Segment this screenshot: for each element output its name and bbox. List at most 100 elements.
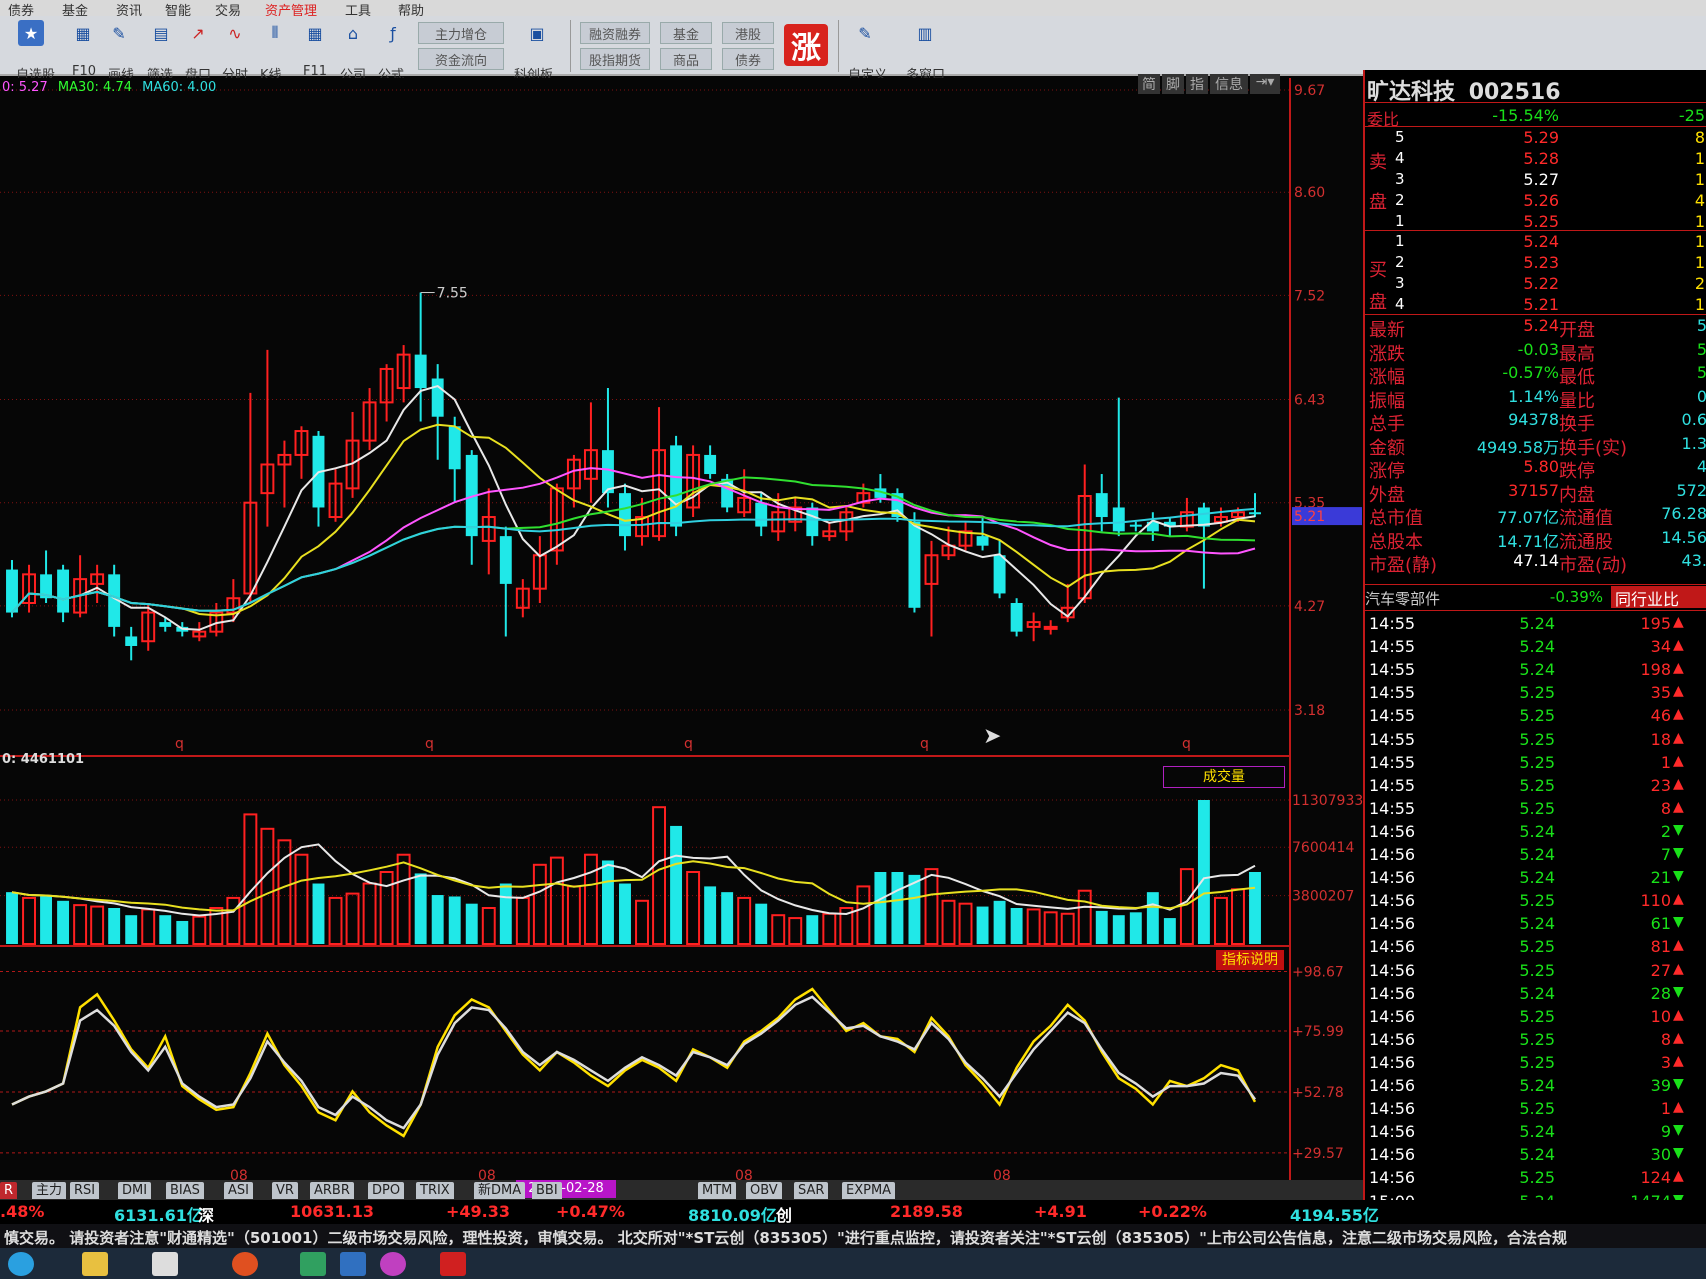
indicator-tab[interactable]: BIAS [166,1182,204,1199]
indicator-tab[interactable]: DPO [368,1182,405,1199]
candle-body-down [159,622,172,627]
folder-icon[interactable] [82,1252,108,1276]
stat-label: 最低 [1559,367,1595,388]
formula-icon[interactable]: ƒ [380,20,406,46]
candle-body-down [806,507,819,537]
pin-icon[interactable]: ⇥▾ [1250,74,1280,94]
kline-icon[interactable]: ⫴ [262,20,288,46]
sell-row-price[interactable]: 5.26 [1499,191,1559,211]
indicator-tab[interactable]: 新DMA [474,1182,526,1199]
sell-row-price[interactable]: 5.27 [1499,170,1559,190]
chart-tab-simple[interactable]: 简 [1138,74,1160,94]
multiwindow-icon[interactable]: ▥ [912,20,938,46]
sell-row-volume: 8 [1694,128,1705,147]
chart-tab-foot[interactable]: 脚 [1162,74,1184,94]
tick-volume: 7 [1660,845,1671,864]
sector-name[interactable]: 汽车零部件 [1365,588,1440,608]
volume-bar-up [737,896,752,945]
volume-bar-up [1179,868,1194,945]
chip-fund[interactable]: 基金 [660,22,712,44]
indicator-tab[interactable]: SAR [794,1182,829,1199]
volume-bar-up [549,856,564,945]
indicator-tab[interactable]: 主力 [32,1182,67,1199]
tick-time: 14:55 [1369,775,1416,795]
star-market-icon[interactable]: ▣ [524,20,550,46]
app-icon[interactable] [300,1252,326,1276]
arrow-up-icon: ▲ [1673,960,1684,977]
company-icon[interactable]: ⌂ [340,20,366,46]
app-icon[interactable] [340,1252,366,1276]
indicator-tab[interactable]: BBI [532,1182,562,1199]
trading-app-icon[interactable] [440,1252,466,1276]
sell-row-level: 1 [1395,212,1405,230]
volume-bar-up [294,853,309,945]
sell-row-price[interactable]: 5.28 [1499,149,1559,169]
f10-icon[interactable]: ▦ [70,20,96,46]
indicator-tab[interactable]: EXPMA [842,1182,896,1199]
sector-compare-button[interactable]: 同行业比 [1611,586,1706,609]
volume-bar-up [856,885,871,946]
app-icon[interactable] [380,1252,406,1276]
stat-label: 涨跌 [1369,343,1405,365]
indicator-tab[interactable]: RSI [70,1182,100,1199]
app-icon[interactable] [232,1252,258,1276]
indicator-tab[interactable]: ARBR [310,1182,354,1199]
tick-volume: 1 [1660,752,1671,772]
pencil-icon[interactable]: ✎ [106,20,132,46]
buy-row-price[interactable]: 5.23 [1499,253,1559,273]
kline-chart-area[interactable]: 9.67 8.60 7.52 6.43 5.35 4.27 3.18 5.21 7.55 q q q q… [0,74,1363,1198]
arrow-down-icon: ▼ [1673,868,1684,885]
chip-bond[interactable]: 债券 [722,48,774,70]
price-tick-label: 4.27 [1294,599,1325,615]
watchlist-icon[interactable]: ★ [18,20,44,46]
indicator-tab[interactable]: ASI [224,1182,253,1199]
volume-bar-up [90,905,105,945]
filter-icon[interactable]: ▤ [148,20,174,46]
volume-bar-up [73,904,88,945]
rise-button[interactable]: 涨 [784,24,828,66]
indicator-tab[interactable]: OBV [746,1182,782,1199]
intraday-icon[interactable]: ∿ [222,20,248,46]
kline-chart-svg[interactable]: 9.678.607.526.435.354.273.185.217.55q q q q… [0,78,1363,1198]
chip-margin[interactable]: 融资融券 [580,22,650,44]
depth-icon[interactable]: ↗ [185,20,211,46]
chip-index-futures[interactable]: 股指期货 [580,48,650,70]
chip-hk-stock[interactable]: 港股 [722,22,774,44]
arrow-down-icon: ▼ [1673,914,1684,931]
volume-bar-up [345,892,360,945]
tick-volume: 195 [1640,614,1671,633]
indicator-help-button[interactable]: 指标说明 [1216,950,1284,970]
candle-body-down [601,450,614,494]
chart-tab-info[interactable]: 信息 [1210,74,1248,94]
indicator-tab[interactable]: R [0,1182,18,1199]
indicator-tab[interactable]: DMI [118,1182,152,1199]
buy-row-price[interactable]: 5.24 [1499,232,1559,252]
sell-label-2: 盘 [1369,192,1387,213]
stat-label: 总市值 [1369,508,1423,529]
app-icon[interactable] [152,1252,178,1276]
volume-indicator-button[interactable]: 成交量 [1163,766,1285,788]
candle-body-down [1129,524,1142,527]
volume-bar-up [22,896,36,945]
chip-fund-flow[interactable]: 资金流向 [418,48,504,70]
f11-icon[interactable]: ▦ [302,20,328,46]
tick-time: 14:55 [1369,798,1416,818]
indicator-tab[interactable]: TRIX [416,1182,454,1199]
buy-row-price[interactable]: 5.22 [1499,274,1559,294]
buy-row-volume: 1 [1694,232,1705,251]
indicator-tab[interactable]: VR [272,1182,298,1199]
volume-tick-label: 7600414 [1292,840,1354,856]
chip-commodity[interactable]: 商品 [660,48,712,70]
indicator-tab[interactable]: MTM [698,1182,737,1199]
volume-ma10-line [11,860,1256,912]
stat-value: -0.03 [1517,339,1559,359]
buy-row-price[interactable]: 5.21 [1499,295,1559,315]
sell-row-price[interactable]: 5.29 [1499,128,1559,148]
chip-main-increase[interactable]: 主力增仓 [418,22,504,44]
chart-tab-indicator[interactable]: 指 [1186,74,1208,94]
browser-icon[interactable] [8,1252,34,1276]
sell-row-price[interactable]: 5.25 [1499,212,1559,232]
custom-icon[interactable]: ✎ [852,20,878,46]
tick-volume: 198 [1640,660,1671,680]
sell-row-level: 3 [1395,170,1405,188]
